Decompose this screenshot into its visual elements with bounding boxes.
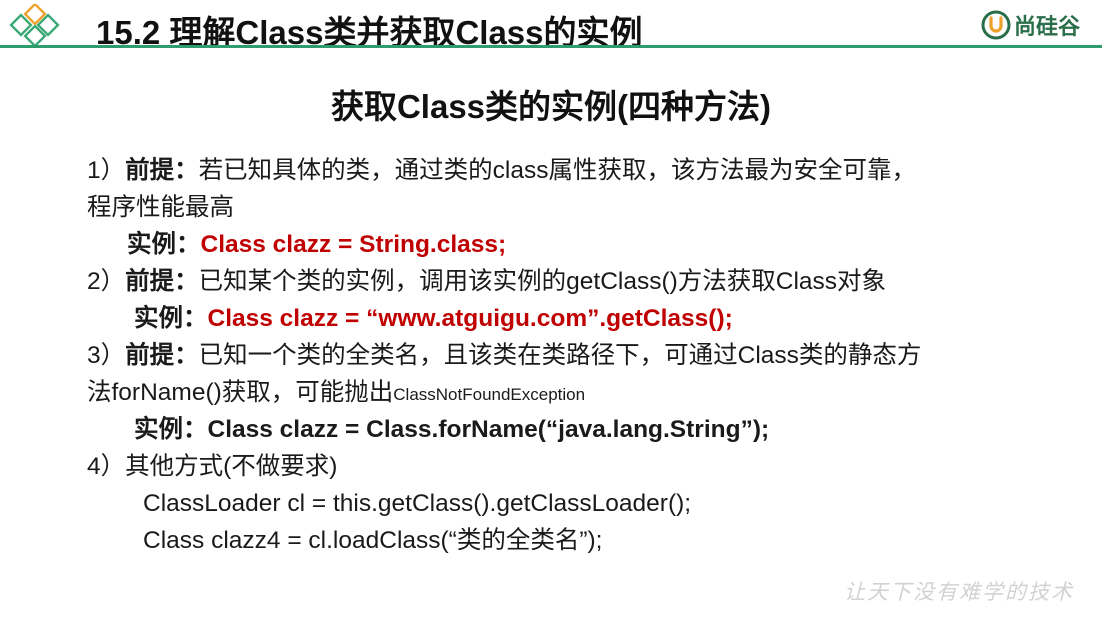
method-3-example-label: 实例： bbox=[134, 416, 208, 443]
method-1-line-1: 1）前提：若已知具体的类，通过类的class属性获取，该方法最为安全可靠， bbox=[87, 152, 1077, 189]
slide-subtitle: 获取Class类的实例(四种方法) bbox=[330, 88, 772, 125]
method-3-line-2: 法forName()获取，可能抛出ClassNotFoundException bbox=[87, 374, 1077, 411]
slide-content: 1）前提：若已知具体的类，通过类的class属性获取，该方法最为安全可靠， 程序… bbox=[87, 152, 1077, 559]
method-1-text: 若已知具体的类，通过类的class属性获取，该方法最为安全可靠， bbox=[198, 157, 916, 184]
method-3-text: 已知一个类的全类名，且该类在类路径下，可通过Class类的静态方 bbox=[198, 342, 922, 369]
method-3-number: 3） bbox=[87, 342, 126, 369]
method-4-line-1: 4）其他方式(不做要求) bbox=[87, 448, 1077, 485]
method-3-example: 实例：Class clazz = Class.forName(“java.lan… bbox=[87, 411, 1077, 448]
header-divider bbox=[0, 45, 1102, 48]
brand-logo: 尚硅谷 bbox=[981, 9, 1080, 41]
method-4-number: 4） bbox=[87, 453, 126, 480]
diamond-logo-icon bbox=[9, 4, 60, 46]
footer-slogan: 让天下没有难学的技术 bbox=[844, 580, 1074, 604]
method-4-text: 其他方式(不做要求) bbox=[125, 453, 338, 480]
method-2-number: 2） bbox=[87, 268, 126, 295]
method-2-line-1: 2）前提：已知某个类的实例，调用该实例的getClass()方法获取Class对… bbox=[87, 263, 1077, 300]
method-3-example-code: Class clazz = Class.forName(“java.lang.S… bbox=[207, 416, 770, 443]
method-3-exception: ClassNotFoundException bbox=[393, 385, 586, 404]
method-1-example-code: Class clazz = String.class; bbox=[200, 231, 507, 258]
brand-u-icon bbox=[981, 10, 1011, 40]
brand-name: 尚硅谷 bbox=[1013, 14, 1080, 39]
method-1-label: 前提： bbox=[125, 157, 199, 184]
method-1-line-2: 程序性能最高 bbox=[87, 189, 1077, 226]
method-4-code-line-2: Class clazz4 = cl.loadClass(“类的全类名”); bbox=[143, 527, 603, 554]
method-4-code-line-1: ClassLoader cl = this.getClass().getClas… bbox=[143, 490, 692, 517]
method-4-code-2: Class clazz4 = cl.loadClass(“类的全类名”); bbox=[87, 522, 1077, 559]
method-2-text: 已知某个类的实例，调用该实例的getClass()方法获取Class对象 bbox=[198, 268, 887, 295]
method-2-label: 前提： bbox=[125, 268, 199, 295]
method-4-code-1: ClassLoader cl = this.getClass().getClas… bbox=[87, 485, 1077, 522]
method-2-example-label: 实例： bbox=[134, 305, 208, 332]
method-1-text-continued: 程序性能最高 bbox=[87, 194, 234, 221]
method-1-number: 1） bbox=[87, 157, 126, 184]
method-3-text-continued: 法forName()获取，可能抛出 bbox=[87, 379, 394, 406]
slide-header: 15.2 理解Class类并获取Class的实例 尚硅谷 bbox=[0, 0, 1102, 51]
method-2-example: 实例：Class clazz = “www.atguigu.com”.getCl… bbox=[87, 300, 1077, 337]
method-2-example-code: Class clazz = “www.atguigu.com”.getClass… bbox=[207, 305, 733, 332]
method-3-label: 前提： bbox=[125, 342, 199, 369]
method-3-line-1: 3）前提：已知一个类的全类名，且该类在类路径下，可通过Class类的静态方 bbox=[87, 337, 1077, 374]
method-1-example-label: 实例： bbox=[127, 231, 201, 258]
method-1-example: 实例：Class clazz = String.class; bbox=[87, 226, 1077, 263]
